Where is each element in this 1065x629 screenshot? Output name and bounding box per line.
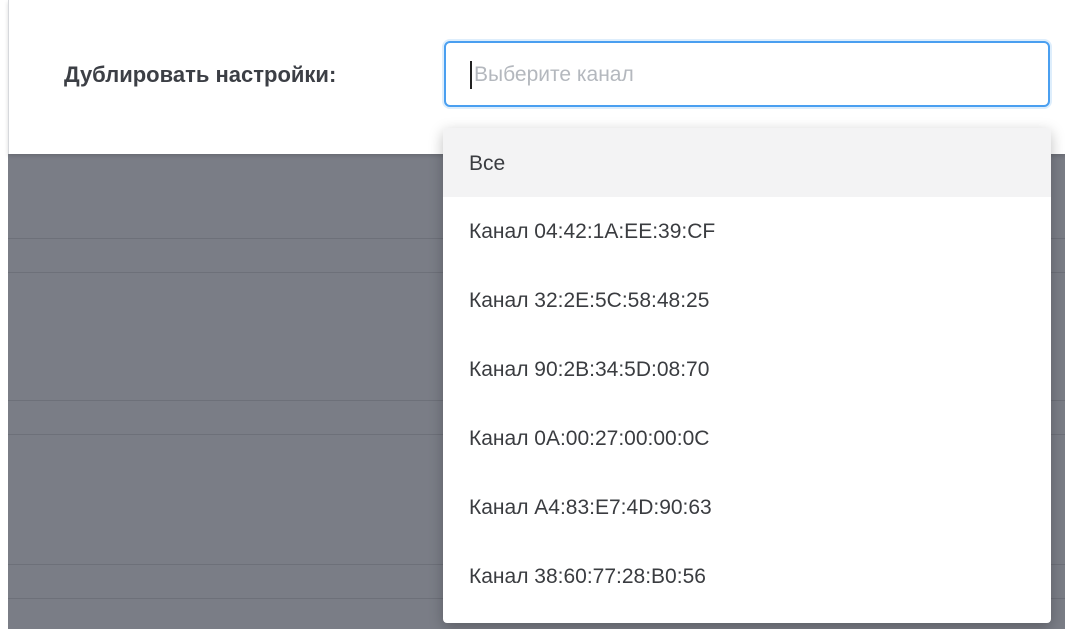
duplicate-settings-label: Дублировать настройки:: [64, 62, 337, 87]
text-cursor: [470, 61, 472, 89]
left-edge: [0, 0, 8, 629]
dropdown-option-channel[interactable]: Канал 04:42:1A:EE:39:CF: [443, 197, 1051, 266]
channel-select-input[interactable]: Выберите канал: [444, 41, 1050, 107]
dropdown-option-channel[interactable]: Канал 0A:00:27:00:00:0C: [443, 404, 1051, 473]
channel-dropdown-menu: Все Канал 04:42:1A:EE:39:CF Канал 32:2E:…: [443, 128, 1051, 623]
dropdown-option-channel[interactable]: Канал A4:83:E7:4D:90:63: [443, 473, 1051, 542]
channel-select-placeholder: Выберите канал: [474, 63, 634, 86]
dropdown-option-channel[interactable]: Канал 38:60:77:28:B0:56: [443, 542, 1051, 611]
dropdown-option-channel[interactable]: Канал 90:2B:34:5D:08:70: [443, 335, 1051, 404]
dropdown-option-channel[interactable]: Канал 32:2E:5C:58:48:25: [443, 266, 1051, 335]
dropdown-option-all[interactable]: Все: [443, 128, 1051, 197]
